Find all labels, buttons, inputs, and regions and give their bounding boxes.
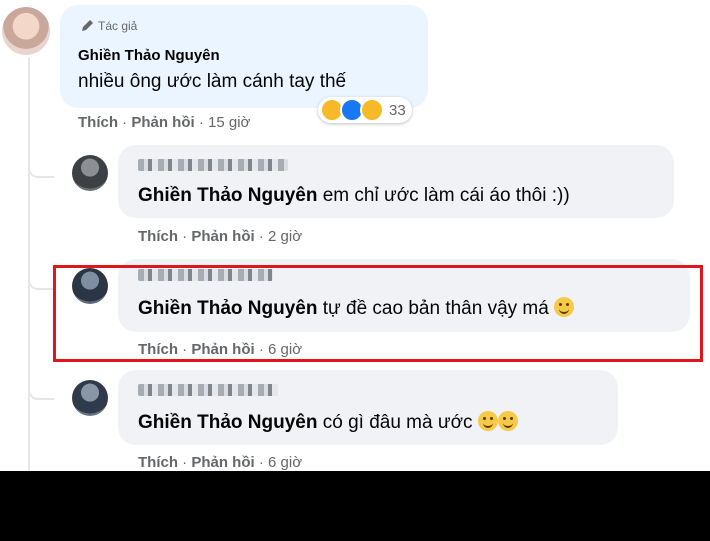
reply-actions: Thích · Phản hồi · 2 giờ <box>138 228 303 245</box>
like-link[interactable]: Thích <box>138 454 178 471</box>
smile-emoji-icon <box>477 411 498 431</box>
reply-message: có gì đâu mà ước <box>322 412 473 433</box>
highlight-box <box>53 265 703 362</box>
reply-actions: Thích · Phản hồi · 6 giờ <box>138 454 303 471</box>
reply-branch <box>28 158 54 178</box>
smile-emoji-icon <box>497 411 518 431</box>
reply-avatar[interactable] <box>72 155 108 191</box>
reply-text: Ghiền Thảo Nguyên em chỉ ước làm cái áo … <box>138 185 570 207</box>
reply-time[interactable]: 6 giờ <box>268 454 302 471</box>
reply-link[interactable]: Phản hồi <box>191 228 254 245</box>
comment-author[interactable]: Ghiền Thảo Nguyên <box>78 47 220 64</box>
reply-branch <box>28 270 54 290</box>
pen-icon <box>82 20 93 31</box>
top-comment-bubble: Tác giả Ghiền Thảo Nguyên nhiều ông ước … <box>60 5 428 108</box>
reply-link[interactable]: Phản hồi <box>131 114 194 131</box>
care-icon <box>360 98 384 122</box>
thread-line <box>28 58 30 470</box>
author-badge: Tác giả <box>80 19 137 33</box>
comment-text: nhiều ông ước làm cánh tay thế <box>78 71 347 92</box>
reply-time[interactable]: 2 giờ <box>268 228 302 245</box>
reply-bubble: Ghiền Thảo Nguyên em chỉ ước làm cái áo … <box>118 145 674 218</box>
reply-text: Ghiền Thảo Nguyên có gì đâu mà ước <box>138 411 518 434</box>
comment-actions: Thích · Phản hồi · 15 giờ <box>78 114 251 131</box>
like-link[interactable]: Thích <box>138 228 178 245</box>
letterbox-bar <box>0 471 710 541</box>
reply-message: em chỉ ước làm cái áo thôi :)) <box>322 185 570 206</box>
mention-link[interactable]: Ghiền Thảo Nguyên <box>138 185 317 206</box>
like-link[interactable]: Thích <box>78 114 118 131</box>
comment-time[interactable]: 15 giờ <box>208 114 250 131</box>
reaction-count: 33 <box>389 101 406 119</box>
mention-link[interactable]: Ghiền Thảo Nguyên <box>138 412 317 433</box>
reaction-summary[interactable]: 33 <box>318 97 412 123</box>
redacted-username <box>138 384 278 396</box>
redacted-username <box>138 159 288 171</box>
reply-avatar[interactable] <box>72 380 108 416</box>
author-badge-label: Tác giả <box>98 19 138 33</box>
reply-link[interactable]: Phản hồi <box>191 454 254 471</box>
reply-bubble: Ghiền Thảo Nguyên có gì đâu mà ước <box>118 370 618 445</box>
author-avatar[interactable] <box>2 7 50 55</box>
reply-branch <box>28 380 54 400</box>
